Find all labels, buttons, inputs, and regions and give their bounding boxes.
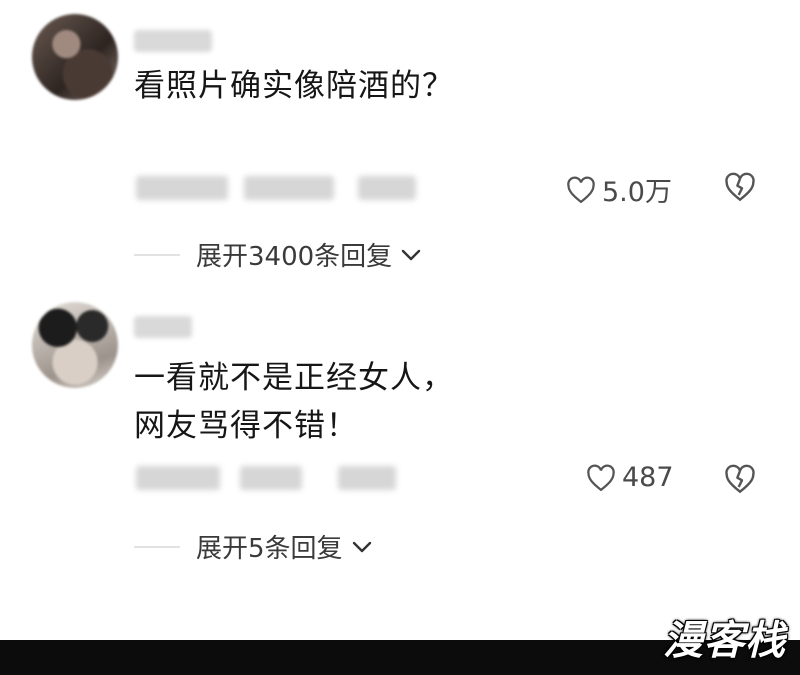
avatar[interactable] <box>32 14 118 100</box>
chevron-down-icon <box>351 532 373 562</box>
reply-button-blurred[interactable] <box>338 466 396 490</box>
expand-replies-button[interactable]: 展开3400条回复 <box>134 236 422 273</box>
comment-item: 看照片确实像陪酒的？ 5.0万 展开3400条回复 <box>0 0 800 290</box>
username-blurred[interactable] <box>134 30 212 52</box>
dislike-button[interactable] <box>724 172 756 202</box>
watermark-logo: 漫客栈 <box>663 618 786 664</box>
username-blurred[interactable] <box>134 316 192 338</box>
divider-line <box>134 253 180 256</box>
expand-replies-button[interactable]: 展开5条回复 <box>134 528 373 565</box>
like-button[interactable]: 487 <box>586 462 674 493</box>
dislike-button[interactable] <box>724 464 756 494</box>
heart-outline-icon <box>586 464 616 492</box>
heart-outline-icon <box>566 176 596 204</box>
timestamp-blurred <box>136 466 220 490</box>
like-count: 5.0万 <box>602 177 672 208</box>
expand-replies-label: 展开3400条回复 <box>196 242 393 272</box>
divider-line <box>134 545 180 548</box>
expand-replies-label: 展开5条回复 <box>196 534 343 564</box>
comment-text: 看照片确实像陪酒的？ <box>134 68 454 104</box>
comment-text: 一看就不是正经女人， 网友骂得不错！ <box>134 360 454 444</box>
comment-item: 一看就不是正经女人， 网友骂得不错！ 487 展开5条回复 <box>0 290 800 590</box>
broken-heart-icon <box>724 464 756 494</box>
chevron-down-icon <box>400 240 422 270</box>
location-blurred <box>240 466 302 490</box>
avatar[interactable] <box>32 302 118 388</box>
location-blurred <box>244 176 334 200</box>
like-count: 487 <box>622 462 674 493</box>
timestamp-blurred <box>136 176 228 200</box>
like-button[interactable]: 5.0万 <box>566 170 672 209</box>
broken-heart-icon <box>724 172 756 202</box>
reply-button-blurred[interactable] <box>358 176 416 200</box>
